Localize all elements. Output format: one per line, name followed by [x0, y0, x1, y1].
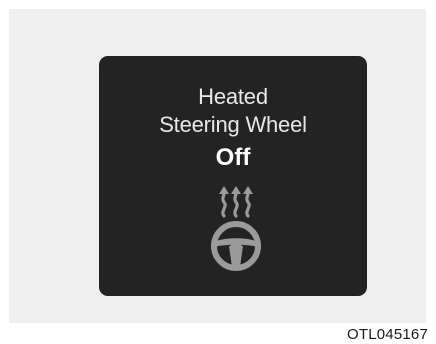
display-title-line2: Steering Wheel — [159, 112, 307, 137]
display-title-line1: Heated — [198, 84, 268, 109]
cluster-display-panel: Heated Steering Wheel Off — [99, 56, 367, 296]
heated-steering-wheel-icon — [211, 186, 261, 271]
figure-code: OTL045167 — [346, 326, 428, 343]
status-text: Off — [215, 144, 251, 171]
